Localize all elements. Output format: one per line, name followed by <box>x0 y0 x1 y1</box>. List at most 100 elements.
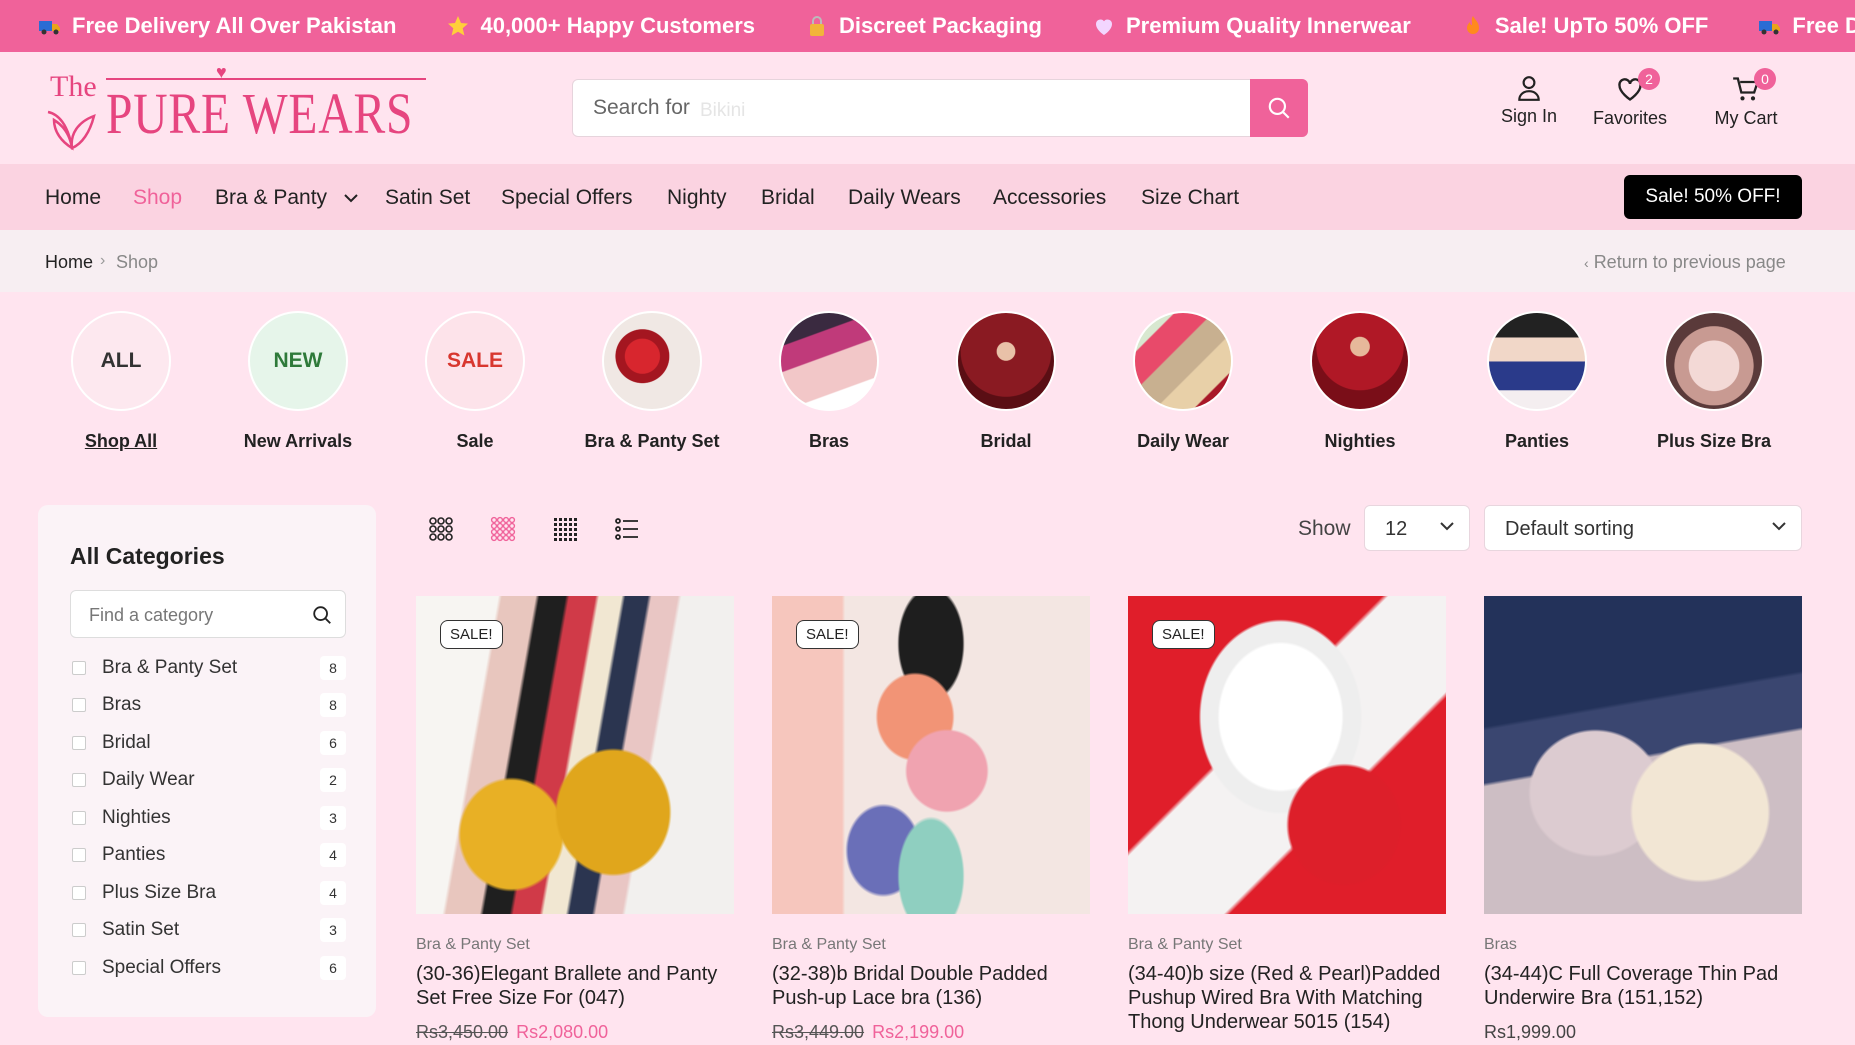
product-category[interactable]: Bra & Panty Set <box>1128 936 1446 954</box>
grid-5-icon[interactable] <box>552 516 578 542</box>
category-new-arrivals[interactable]: NEW New Arrivals <box>209 311 387 452</box>
favorites-link[interactable]: Favorites 2 <box>1590 68 1670 129</box>
breadcrumb-home[interactable]: Home <box>45 252 93 273</box>
product-category[interactable]: Bra & Panty Set <box>772 936 1090 954</box>
site-logo[interactable]: The ♥ PURE WEARS <box>44 62 426 158</box>
nav-accessories[interactable]: Accessories <box>993 186 1106 210</box>
announcement-item: Free Delivery All Over Pakistan <box>38 13 396 39</box>
category-sale[interactable]: SALE Sale <box>386 311 564 452</box>
product-image[interactable]: SALE! <box>1128 596 1446 914</box>
nav-bra-panty[interactable]: Bra & Panty <box>215 186 359 210</box>
sidebar-category-item[interactable]: Plus Size Bra 4 <box>70 879 346 907</box>
category-search-input[interactable]: Find a category <box>70 590 346 638</box>
search-input[interactable]: Search for <box>593 96 690 120</box>
product-price: Rs3,450.00 Rs2,080.00 <box>416 1022 609 1042</box>
product-image[interactable]: SALE! <box>416 596 734 914</box>
product-title[interactable]: (30-36)Elegant Brallete and Panty Set Fr… <box>416 962 734 1010</box>
category-image <box>1310 311 1410 411</box>
user-icon <box>1518 76 1540 101</box>
nav-home[interactable]: Home <box>45 186 101 210</box>
product-card[interactable]: Bras (34-44)C Full Coverage Thin Pad Und… <box>1484 596 1802 1043</box>
category-image <box>1664 311 1764 411</box>
nav-bridal[interactable]: Bridal <box>761 186 815 210</box>
sidebar-category-item[interactable]: Daily Wear 2 <box>70 766 346 794</box>
checkbox[interactable] <box>72 661 86 675</box>
list-view-icon[interactable] <box>614 516 640 542</box>
return-previous-link[interactable]: ‹ Return to previous page <box>1584 252 1786 273</box>
fire-icon <box>1466 16 1479 34</box>
search-button[interactable] <box>1250 79 1308 137</box>
product-title[interactable]: (32-38)b Bridal Double Padded Push-up La… <box>772 962 1090 1010</box>
category-nighties[interactable]: Nighties <box>1271 311 1449 452</box>
count-badge: 3 <box>320 806 346 830</box>
category-image <box>1133 311 1233 411</box>
nav-shop[interactable]: Shop <box>133 186 182 210</box>
per-page-select[interactable]: 12 <box>1364 505 1470 551</box>
category-image <box>956 311 1056 411</box>
sidebar-category-item[interactable]: Panties 4 <box>70 841 346 869</box>
chevron-down-icon <box>1440 522 1454 531</box>
search-icon <box>313 606 331 624</box>
category-daily-wear[interactable]: Daily Wear <box>1094 311 1272 452</box>
category-bra-panty-set[interactable]: Bra & Panty Set <box>563 311 741 452</box>
checkbox[interactable] <box>72 961 86 975</box>
checkbox[interactable] <box>72 773 86 787</box>
grid-3-icon[interactable] <box>428 516 454 542</box>
category-badge: NEW <box>248 311 348 411</box>
product-title[interactable]: (34-44)C Full Coverage Thin Pad Underwir… <box>1484 962 1802 1010</box>
product-card[interactable]: SALE! Bra & Panty Set (32-38)b Bridal Do… <box>772 596 1090 1043</box>
category-bridal[interactable]: Bridal <box>917 311 1095 452</box>
count-badge: 3 <box>320 918 346 942</box>
nav-nighty[interactable]: Nighty <box>667 186 727 210</box>
category-sidebar: All Categories Find a category Bra & Pan… <box>38 505 376 1017</box>
sidebar-category-item[interactable]: Bra & Panty Set 8 <box>70 654 346 682</box>
product-image[interactable] <box>1484 596 1802 914</box>
product-category[interactable]: Bras <box>1484 936 1802 954</box>
sidebar-category-item[interactable]: Satin Set 3 <box>70 916 346 944</box>
sidebar-category-item[interactable]: Nighties 3 <box>70 804 346 832</box>
category-image <box>779 311 879 411</box>
nav-size-chart[interactable]: Size Chart <box>1141 186 1239 210</box>
product-price: Rs1,999.00 <box>1484 1022 1577 1042</box>
category-shop-all[interactable]: ALL Shop All <box>32 311 210 452</box>
announcement-bar: Free Delivery All Over Pakistan 40,000+ … <box>0 0 1855 52</box>
category-panties[interactable]: Panties <box>1448 311 1626 452</box>
favorites-count-badge: 2 <box>1638 68 1660 90</box>
checkbox[interactable] <box>72 886 86 900</box>
cart-link[interactable]: My Cart 0 <box>1706 68 1786 129</box>
lock-icon <box>810 16 824 36</box>
sidebar-category-item[interactable]: Special Offers 6 <box>70 954 346 982</box>
search-bar: Search for Bikini <box>572 79 1308 137</box>
heart-icon <box>1095 19 1112 35</box>
category-bras[interactable]: Bras <box>740 311 918 452</box>
search-icon <box>1268 97 1290 119</box>
chevron-down-icon <box>1772 522 1786 531</box>
sort-select[interactable]: Default sorting <box>1484 505 1802 551</box>
checkbox[interactable] <box>72 698 86 712</box>
product-title[interactable]: (34-40)b size (Red & Pearl)Padded Pushup… <box>1128 962 1446 1034</box>
checkbox[interactable] <box>72 736 86 750</box>
nav-daily-wears[interactable]: Daily Wears <box>848 186 961 210</box>
sale-button[interactable]: Sale! 50% OFF! <box>1624 175 1802 219</box>
chevron-down-icon <box>344 194 358 203</box>
product-category[interactable]: Bra & Panty Set <box>416 936 734 954</box>
sidebar-category-item[interactable]: Bridal 6 <box>70 729 346 757</box>
count-badge: 4 <box>320 843 346 867</box>
checkbox[interactable] <box>72 811 86 825</box>
product-image[interactable]: SALE! <box>772 596 1090 914</box>
breadcrumb-separator: › <box>100 252 106 269</box>
star-icon <box>448 16 469 36</box>
nav-special-offers[interactable]: Special Offers <box>501 186 633 210</box>
count-badge: 4 <box>320 881 346 905</box>
product-card[interactable]: SALE! Bra & Panty Set (30-36)Elegant Bra… <box>416 596 734 1043</box>
sidebar-category-item[interactable]: Bras 8 <box>70 691 346 719</box>
announcement-item: 40,000+ Happy Customers <box>446 13 755 39</box>
truck-icon <box>39 21 60 35</box>
checkbox[interactable] <box>72 848 86 862</box>
product-card[interactable]: SALE! Bra & Panty Set (34-40)b size (Red… <box>1128 596 1446 1034</box>
nav-satin-set[interactable]: Satin Set <box>385 186 470 210</box>
sign-in-link[interactable]: Sign In <box>1498 74 1560 127</box>
grid-4-icon[interactable] <box>490 516 516 542</box>
category-plus-size-bra[interactable]: Plus Size Bra <box>1625 311 1803 452</box>
checkbox[interactable] <box>72 923 86 937</box>
